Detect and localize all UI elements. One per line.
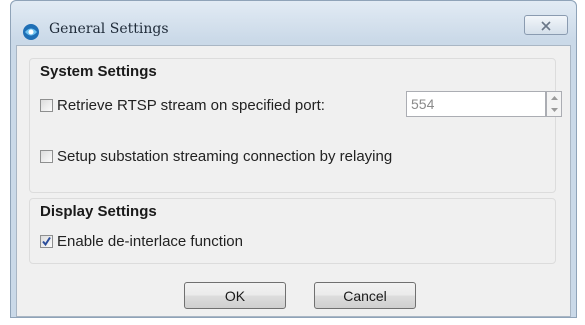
checkmark-icon bbox=[42, 236, 51, 247]
display-settings-heading: Display Settings bbox=[40, 203, 157, 220]
app-logo-icon bbox=[22, 23, 40, 41]
cancel-button[interactable]: Cancel bbox=[314, 282, 416, 309]
title-bar[interactable]: General Settings bbox=[11, 1, 576, 41]
relay-checkbox[interactable] bbox=[40, 150, 53, 163]
deinterlace-checkbox[interactable] bbox=[40, 235, 53, 248]
deinterlace-option[interactable]: Enable de-interlace function bbox=[40, 233, 243, 250]
spin-up-arrow-icon[interactable] bbox=[547, 92, 561, 104]
close-icon bbox=[541, 16, 551, 35]
relay-label[interactable]: Setup substation streaming connection by… bbox=[57, 148, 392, 165]
display-settings-group: Display Settings Enable de-interlace fun… bbox=[29, 198, 556, 264]
rtsp-port-spinner[interactable] bbox=[546, 91, 562, 117]
system-settings-heading: System Settings bbox=[40, 63, 157, 80]
deinterlace-label[interactable]: Enable de-interlace function bbox=[57, 233, 243, 250]
rtsp-port-label[interactable]: Retrieve RTSP stream on specified port: bbox=[57, 97, 325, 114]
close-button[interactable] bbox=[524, 15, 568, 35]
spin-down-arrow-icon[interactable] bbox=[547, 104, 561, 116]
rtsp-port-option[interactable]: Retrieve RTSP stream on specified port: bbox=[40, 97, 325, 114]
rtsp-port-checkbox[interactable] bbox=[40, 99, 53, 112]
system-settings-group: System Settings Retrieve RTSP stream on … bbox=[29, 58, 562, 193]
ok-button[interactable]: OK bbox=[184, 282, 286, 309]
dialog-body: System Settings Retrieve RTSP stream on … bbox=[16, 45, 571, 317]
window-title: General Settings bbox=[49, 21, 169, 37]
settings-dialog: General Settings System Settings Retriev… bbox=[10, 0, 577, 318]
relay-option[interactable]: Setup substation streaming connection by… bbox=[40, 148, 392, 165]
rtsp-port-input[interactable]: 554 bbox=[406, 91, 546, 117]
